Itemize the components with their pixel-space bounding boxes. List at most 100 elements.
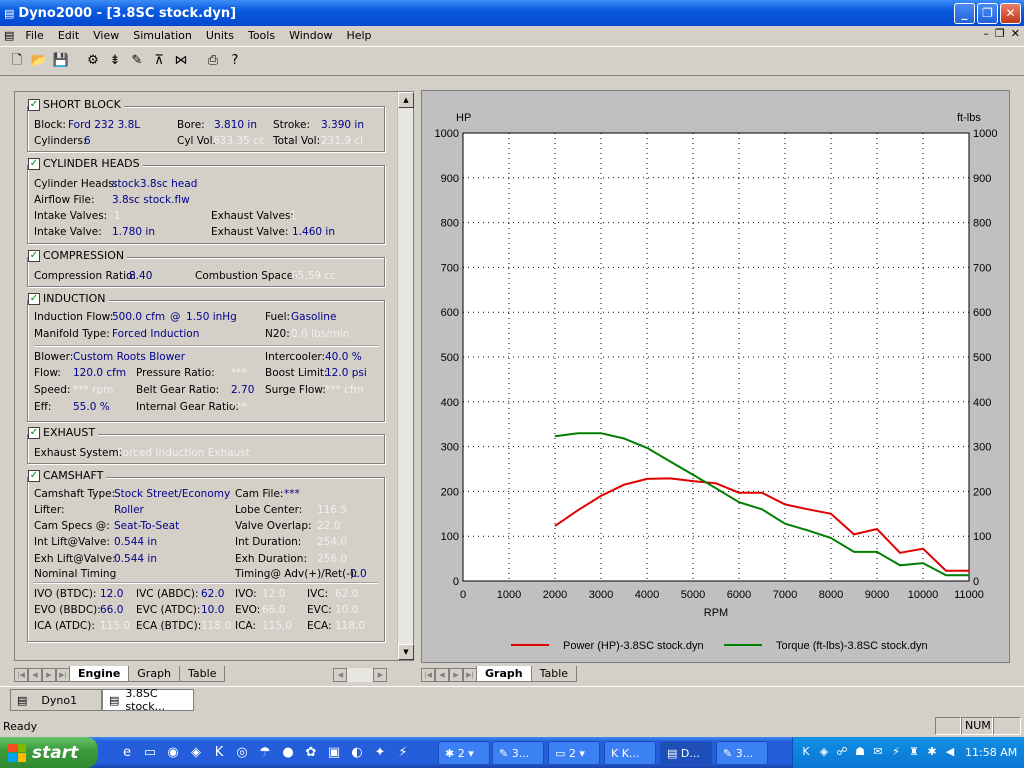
compression-ratio-value[interactable]: 8.40 — [129, 270, 152, 282]
tab-table[interactable]: Table — [530, 666, 578, 682]
fuel-value[interactable]: Gasoline — [291, 311, 336, 323]
taskbar-k-button[interactable]: K K... — [604, 741, 656, 765]
taskbar-app-button[interactable]: ✎ 3... — [716, 741, 768, 765]
induction-checkbox[interactable]: ✓ — [28, 292, 40, 305]
intake-valve-value[interactable]: 1.780 in — [112, 226, 155, 238]
next-tab-icon[interactable]: ▶ — [42, 668, 56, 682]
mdi-restore-button[interactable]: ❐ — [995, 27, 1005, 40]
tray-icon[interactable]: ☍ — [835, 745, 849, 759]
doc-icon[interactable]: ▤ — [0, 29, 18, 42]
first-tab-icon[interactable]: |◀ — [421, 668, 435, 682]
menu-window[interactable]: Window — [282, 29, 339, 42]
wrench-icon[interactable]: ✎ — [126, 50, 148, 72]
taskbar-dyno-button[interactable]: ▤ D... — [660, 741, 712, 765]
folder-icon[interactable]: ▭ — [141, 744, 159, 762]
doc-tab-dyno1[interactable]: ▤ Dyno1 — [10, 689, 102, 711]
tray-icon[interactable]: ✉ — [871, 745, 885, 759]
start-button[interactable]: start — [0, 737, 98, 768]
blower-flow-value[interactable]: 120.0 cfm — [73, 367, 126, 379]
app-icon[interactable]: ⚡ — [394, 744, 412, 762]
first-tab-icon[interactable]: |◀ — [14, 668, 28, 682]
new-file-icon[interactable]: 🗋 — [6, 50, 28, 72]
efficiency-value[interactable]: 55.0 % — [73, 401, 110, 413]
cam-specs-value[interactable]: Seat-To-Seat — [114, 520, 179, 532]
last-tab-icon[interactable]: ▶| — [463, 668, 477, 682]
open-folder-icon[interactable]: 📂 — [28, 50, 50, 72]
last-tab-icon[interactable]: ▶| — [56, 668, 70, 682]
tab-engine[interactable]: Engine — [69, 666, 130, 682]
save-icon[interactable]: 💾 — [50, 50, 72, 72]
induction-vacuum-value[interactable]: 1.50 inHg — [186, 311, 237, 323]
tray-icon[interactable]: ◈ — [817, 745, 831, 759]
manifold-type-value[interactable]: Forced Induction — [112, 328, 199, 340]
block-value[interactable]: Ford 232 3.8L — [68, 119, 140, 131]
taskbar-group-button[interactable]: ✱ 2 ▾ — [438, 741, 490, 765]
app-icon[interactable]: ☂ — [256, 744, 274, 762]
short-block-checkbox[interactable]: ✓ — [28, 98, 40, 111]
stroke-value[interactable]: 3.390 in — [321, 119, 364, 131]
ie-icon[interactable]: e — [118, 744, 136, 762]
tray-icon[interactable]: K — [799, 745, 813, 759]
engine-icon[interactable]: ⚙ — [82, 50, 104, 72]
help-icon[interactable]: ? — [224, 50, 246, 72]
lifter-value[interactable]: Roller — [114, 504, 144, 516]
int-lift-value[interactable]: 0.544 in — [114, 536, 157, 548]
camshaft-checkbox[interactable]: ✓ — [28, 469, 40, 482]
exhaust-checkbox[interactable]: ✓ — [28, 426, 40, 439]
induction-flow-value[interactable]: 500.0 cfm — [112, 311, 165, 323]
scroll-left-icon[interactable]: ◀ — [333, 668, 348, 682]
tray-icon[interactable]: ✱ — [925, 745, 939, 759]
maximize-button[interactable]: ❐ — [977, 3, 998, 24]
menu-units[interactable]: Units — [199, 29, 241, 42]
bore-value[interactable]: 3.810 in — [214, 119, 257, 131]
cylinders-value[interactable]: 6 — [84, 135, 91, 147]
volume-icon[interactable]: ◀ — [943, 745, 957, 759]
mdi-close-button[interactable]: ✕ — [1011, 27, 1020, 40]
menu-tools[interactable]: Tools — [241, 29, 282, 42]
tray-icon[interactable]: ♜ — [907, 745, 921, 759]
valve-icon[interactable]: ⇟ — [104, 50, 126, 72]
evo-bbdc-value[interactable]: 66.0 — [100, 604, 123, 616]
menu-simulation[interactable]: Simulation — [126, 29, 199, 42]
k-app-icon[interactable]: K — [210, 744, 228, 762]
airflow-file-value[interactable]: 3.8sc stock.flw — [112, 194, 190, 206]
exhaust-valve-value[interactable]: 1.460 in — [292, 226, 335, 238]
prev-tab-icon[interactable]: ◀ — [28, 668, 42, 682]
app-icon[interactable]: ● — [279, 744, 297, 762]
tab-graph[interactable]: Graph — [128, 666, 181, 682]
ivc-abdc-value[interactable]: 62.0 — [201, 588, 224, 600]
evc-atdc-value[interactable]: 10.0 — [201, 604, 224, 616]
cylinder-head-icon[interactable]: ⊼ — [148, 50, 170, 72]
clock[interactable]: 11:58 AM — [965, 746, 1017, 759]
print-icon[interactable]: ⎙ — [202, 50, 224, 72]
mdi-minimize-button[interactable]: – — [983, 27, 989, 40]
intercooler-value[interactable]: 40.0 % — [325, 351, 362, 363]
ivo-btdc-value[interactable]: 12.0 — [100, 588, 123, 600]
minimize-button[interactable]: _ — [954, 3, 975, 24]
cam-file-value[interactable]: *** — [284, 488, 300, 500]
exh-lift-value[interactable]: 0.544 in — [114, 553, 157, 565]
cylinder-heads-checkbox[interactable]: ✓ — [28, 157, 40, 170]
camshaft-type-value[interactable]: Stock Street/Economy — [114, 488, 230, 500]
tab-table[interactable]: Table — [179, 666, 226, 682]
doc-tab-3.8sc[interactable]: ▤ 3.8SC stock... — [102, 687, 194, 713]
app-icon[interactable]: ◎ — [233, 744, 251, 762]
timing-value[interactable]: 0.0 — [350, 568, 367, 580]
boost-limit-value[interactable]: 12.0 psi — [325, 367, 367, 379]
tab-graph[interactable]: Graph — [476, 666, 532, 682]
prev-tab-icon[interactable]: ◀ — [435, 668, 449, 682]
camshaft-icon[interactable]: ⋈ — [170, 50, 192, 72]
close-button[interactable]: ✕ — [1000, 3, 1021, 24]
scroll-down-icon[interactable]: ▼ — [398, 644, 414, 660]
app-icon[interactable]: ✦ — [371, 744, 389, 762]
menu-edit[interactable]: Edit — [51, 29, 86, 42]
app-icon[interactable]: ▣ — [325, 744, 343, 762]
taskbar-app-button[interactable]: ✎ 3... — [492, 741, 544, 765]
blower-value[interactable]: Custom Roots Blower — [73, 351, 185, 363]
cylinder-heads-value[interactable]: stock3.8sc head — [112, 178, 197, 190]
taskbar-folder-button[interactable]: ▭ 2 ▾ — [548, 741, 600, 765]
menu-file[interactable]: File — [18, 29, 50, 42]
tray-icon[interactable]: ☗ — [853, 745, 867, 759]
app-icon[interactable]: ◐ — [348, 744, 366, 762]
scroll-right-icon[interactable]: ▶ — [373, 668, 388, 682]
